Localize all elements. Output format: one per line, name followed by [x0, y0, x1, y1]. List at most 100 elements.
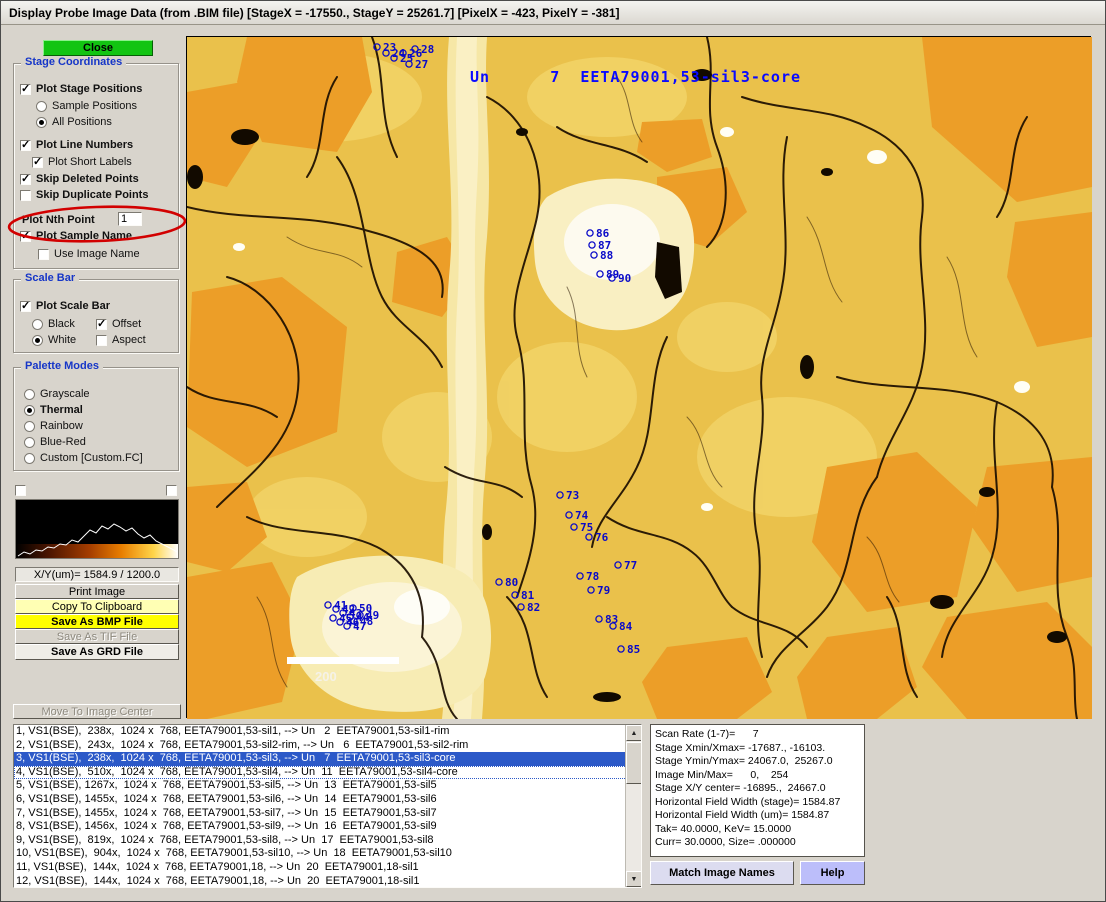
svg-text:80: 80: [505, 576, 518, 589]
match-image-names-button[interactable]: Match Image Names: [650, 861, 794, 885]
svg-text:27: 27: [415, 58, 428, 71]
thermal-label: Thermal: [40, 404, 83, 416]
scale-bar-black-radio[interactable]: Black: [32, 318, 75, 330]
skip-duplicate-points-label: Skip Duplicate Points: [36, 189, 148, 201]
stage-coordinates-title: Stage Coordinates: [21, 56, 126, 68]
list-item[interactable]: 9, VS1(BSE), 819x, 1024 x 768, EETA79001…: [14, 834, 641, 848]
help-button[interactable]: Help: [800, 861, 865, 885]
list-item[interactable]: 5, VS1(BSE), 1267x, 1024 x 768, EETA7900…: [14, 779, 641, 793]
palette-modes-group: Palette Modes Grayscale Thermal Rainbow …: [13, 367, 179, 471]
copy-to-clipboard-button[interactable]: Copy To Clipboard: [15, 599, 179, 614]
histogram-right-checkbox[interactable]: [166, 485, 177, 496]
svg-text:77: 77: [624, 559, 637, 572]
palette-bluered-radio[interactable]: Blue-Red: [24, 436, 86, 448]
scale-bar-label: 200: [315, 669, 337, 684]
checkbox-icon: [20, 174, 31, 185]
checkbox-icon: [20, 231, 31, 242]
list-item[interactable]: 12, VS1(BSE), 144x, 1024 x 768, EETA7900…: [14, 875, 641, 888]
histogram[interactable]: [15, 499, 179, 559]
plot-line-numbers-checkbox[interactable]: Plot Line Numbers: [20, 139, 133, 151]
checkbox-icon: [20, 301, 31, 312]
radio-icon: [24, 437, 35, 448]
list-item[interactable]: 2, VS1(BSE), 243x, 1024 x 768, EETA79001…: [14, 739, 641, 753]
save-as-grd-button[interactable]: Save As GRD File: [15, 644, 179, 660]
list-item[interactable]: 7, VS1(BSE), 1455x, 1024 x 768, EETA7900…: [14, 807, 641, 821]
list-item[interactable]: 11, VS1(BSE), 144x, 1024 x 768, EETA7900…: [14, 861, 641, 875]
title-bar[interactable]: Display Probe Image Data (from .BIM file…: [1, 1, 1105, 25]
white-label: White: [48, 334, 76, 346]
save-as-bmp-button[interactable]: Save As BMP File: [15, 614, 179, 629]
scroll-up-arrow[interactable]: ▲: [626, 725, 642, 741]
plot-short-labels-checkbox[interactable]: Plot Short Labels: [32, 156, 132, 168]
use-image-name-label: Use Image Name: [54, 248, 140, 260]
info-line: Stage Xmin/Xmax= -17687., -16103.: [655, 742, 860, 756]
svg-text:50: 50: [359, 602, 372, 615]
histogram-left-checkbox[interactable]: [15, 485, 26, 496]
radio-icon: [32, 335, 43, 346]
grayscale-label: Grayscale: [40, 388, 90, 400]
list-item[interactable]: 8, VS1(BSE), 1456x, 1024 x 768, EETA7900…: [14, 820, 641, 834]
skip-deleted-points-checkbox[interactable]: Skip Deleted Points: [20, 173, 139, 185]
image-list[interactable]: 1, VS1(BSE), 238x, 1024 x 768, EETA79001…: [13, 724, 642, 888]
skip-deleted-points-label: Skip Deleted Points: [36, 173, 139, 185]
svg-text:76: 76: [595, 531, 609, 544]
all-positions-radio[interactable]: All Positions: [36, 116, 112, 128]
list-item[interactable]: 6, VS1(BSE), 1455x, 1024 x 768, EETA7900…: [14, 793, 641, 807]
plot-scale-bar-checkbox[interactable]: Plot Scale Bar: [20, 300, 110, 312]
checkbox-icon: [96, 319, 107, 330]
scan-info-panel: Scan Rate (1-7)= 7 Stage Xmin/Xmax= -176…: [650, 724, 865, 857]
info-line: Image Min/Max= 0, 254: [655, 769, 860, 783]
checkbox-icon: [20, 84, 31, 95]
info-line: Horizontal Field Width (stage)= 1584.87: [655, 796, 860, 810]
window-title: Display Probe Image Data (from .BIM file…: [9, 6, 620, 20]
radio-icon: [32, 319, 43, 330]
use-image-name-checkbox[interactable]: Use Image Name: [38, 248, 140, 260]
scroll-down-arrow[interactable]: ▼: [626, 871, 642, 887]
scale-bar-aspect-checkbox[interactable]: Aspect: [96, 334, 146, 346]
all-positions-label: All Positions: [52, 116, 112, 128]
blue-red-label: Blue-Red: [40, 436, 86, 448]
palette-custom-radio[interactable]: Custom [Custom.FC]: [24, 452, 143, 464]
rainbow-label: Rainbow: [40, 420, 83, 432]
info-line: Curr= 30.0000, Size= .000000: [655, 836, 860, 850]
radio-icon: [24, 405, 35, 416]
nth-point-input[interactable]: [118, 212, 142, 226]
list-item[interactable]: 10, VS1(BSE), 904x, 1024 x 768, EETA7900…: [14, 847, 641, 861]
scale-bar-white-radio[interactable]: White: [32, 334, 76, 346]
list-item[interactable]: 4, VS1(BSE), 510x, 1024 x 768, EETA79001…: [14, 766, 641, 780]
sample-positions-radio[interactable]: Sample Positions: [36, 100, 137, 112]
palette-thermal-radio[interactable]: Thermal: [24, 404, 83, 416]
palette-rainbow-radio[interactable]: Rainbow: [24, 420, 83, 432]
palette-grayscale-radio[interactable]: Grayscale: [24, 388, 90, 400]
move-to-image-center-button: Move To Image Center: [13, 704, 181, 719]
plot-stage-positions-checkbox[interactable]: Plot Stage Positions: [20, 83, 142, 95]
svg-text:79: 79: [597, 584, 610, 597]
svg-text:73: 73: [566, 489, 579, 502]
radio-icon: [36, 101, 47, 112]
xy-dimensions-readout: X/Y(um)= 1584.9 / 1200.0: [15, 567, 179, 582]
list-item[interactable]: 1, VS1(BSE), 238x, 1024 x 768, EETA79001…: [14, 725, 641, 739]
probe-image[interactable]: Un 7 EETA79001,53-sil3-core 200 23242526…: [186, 36, 1091, 718]
list-scrollbar[interactable]: ▲ ▼: [625, 725, 641, 887]
offset-label: Offset: [112, 318, 141, 330]
plot-line-numbers-label: Plot Line Numbers: [36, 139, 133, 151]
radio-icon: [24, 421, 35, 432]
svg-text:75: 75: [580, 521, 593, 534]
checkbox-icon: [38, 249, 49, 260]
list-item[interactable]: 3, VS1(BSE), 238x, 1024 x 768, EETA79001…: [14, 752, 641, 766]
svg-text:83: 83: [605, 613, 618, 626]
scroll-thumb[interactable]: [626, 742, 642, 784]
skip-duplicate-points-checkbox[interactable]: Skip Duplicate Points: [20, 189, 148, 201]
plot-scale-bar-label: Plot Scale Bar: [36, 300, 110, 312]
radio-icon: [24, 453, 35, 464]
histogram-plot: [16, 500, 178, 558]
image-caption: Un 7 EETA79001,53-sil3-core: [470, 68, 801, 86]
close-button[interactable]: Close: [43, 40, 153, 56]
plot-stage-positions-label: Plot Stage Positions: [36, 83, 142, 95]
svg-text:85: 85: [627, 643, 640, 656]
scale-bar-offset-checkbox[interactable]: Offset: [96, 318, 141, 330]
plot-sample-name-checkbox[interactable]: Plot Sample Name: [20, 230, 132, 242]
svg-text:88: 88: [600, 249, 613, 262]
print-image-button[interactable]: Print Image: [15, 584, 179, 599]
scale-bar-group: Scale Bar Plot Scale Bar Black Offset Wh…: [13, 279, 179, 353]
